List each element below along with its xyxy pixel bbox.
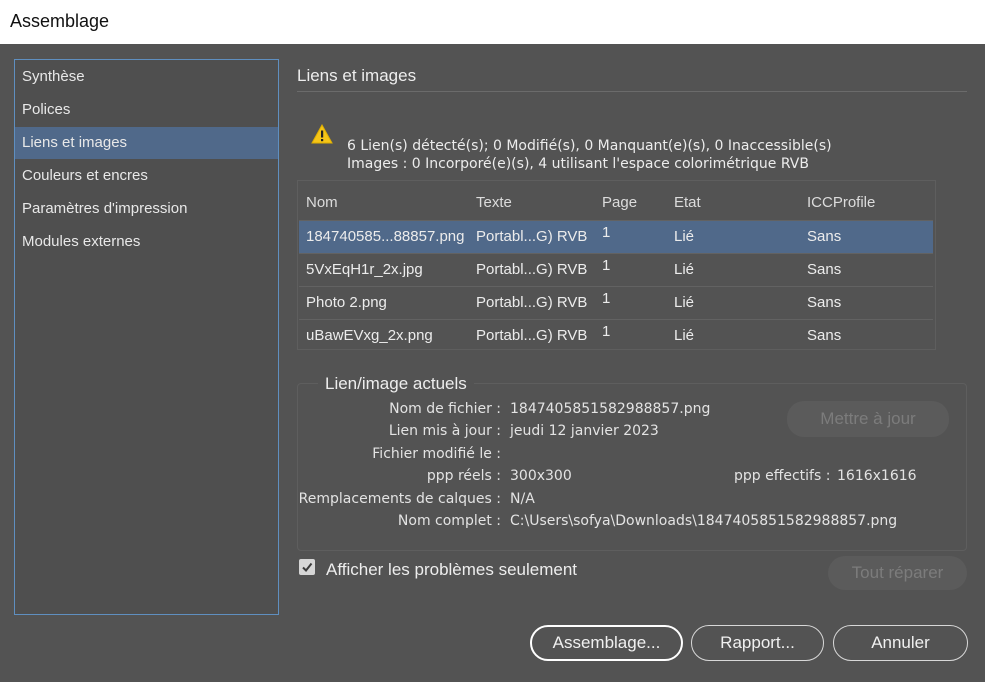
sidebar-nav: Synthèse Polices Liens et images Couleur… bbox=[14, 59, 279, 615]
sidebar-item-couleurs-et-encres[interactable]: Couleurs et encres bbox=[15, 160, 278, 192]
cell-texte: Portabl...G) RVB bbox=[476, 261, 588, 278]
update-button[interactable]: Mettre à jour bbox=[787, 401, 949, 437]
warning-triangle-icon bbox=[311, 124, 333, 144]
cell-nom: 184740585...88857.png bbox=[306, 228, 465, 245]
section-divider bbox=[297, 91, 967, 92]
checkmark-icon bbox=[302, 562, 313, 573]
file-modified-label: Fichier modifié le : bbox=[372, 446, 501, 462]
cell-icc: Sans bbox=[807, 294, 842, 311]
cell-etat: Lié bbox=[674, 327, 695, 344]
sidebar-item-polices[interactable]: Polices bbox=[15, 94, 278, 126]
cell-etat: Lié bbox=[674, 294, 695, 311]
current-link-details: Lien/image actuels Nom de fichier : 1847… bbox=[297, 374, 967, 551]
table-row[interactable]: 184740585...88857.png Portabl...G) RVB 1… bbox=[299, 220, 933, 253]
sidebar-item-synthese[interactable]: Synthèse bbox=[15, 61, 278, 93]
column-header-texte[interactable]: Texte bbox=[476, 194, 512, 211]
layer-overrides-value: N/A bbox=[510, 491, 535, 507]
filename-label: Nom de fichier : bbox=[389, 401, 501, 417]
sidebar-item-liens-et-images[interactable]: Liens et images bbox=[15, 127, 278, 159]
cell-nom: uBawEVxg_2x.png bbox=[306, 327, 433, 344]
layer-overrides-label: Remplacements de calques : bbox=[298, 491, 501, 507]
links-table: Nom Texte Page Etat ICCProfile 184740585… bbox=[297, 180, 936, 350]
repair-all-button[interactable]: Tout réparer bbox=[828, 556, 967, 590]
cell-texte: Portabl...G) RVB bbox=[476, 327, 588, 344]
window-title: Assemblage bbox=[10, 11, 110, 31]
report-button[interactable]: Rapport... bbox=[691, 625, 824, 661]
window-titlebar: Assemblage bbox=[0, 0, 985, 44]
table-row[interactable]: uBawEVxg_2x.png Portabl...G) RVB 1 Lié S… bbox=[299, 319, 933, 352]
filename-value: 1847405851582988857.png bbox=[510, 401, 711, 417]
cell-page: 1 bbox=[602, 323, 611, 340]
package-button[interactable]: Assemblage... bbox=[530, 625, 683, 661]
cell-nom: Photo 2.png bbox=[306, 294, 387, 311]
summary-line-links: 6 Lien(s) détecté(s); 0 Modifié(s), 0 Ma… bbox=[347, 138, 832, 154]
full-name-value: C:\Users\sofya\Downloads\184740585158298… bbox=[510, 513, 898, 529]
cell-icc: Sans bbox=[807, 261, 842, 278]
link-updated-value: jeudi 12 janvier 2023 bbox=[510, 423, 659, 439]
ppi-effective-value: 1616x1616 bbox=[837, 468, 917, 484]
table-row[interactable]: 5VxEqH1r_2x.jpg Portabl...G) RVB 1 Lié S… bbox=[299, 253, 933, 286]
cell-nom: 5VxEqH1r_2x.jpg bbox=[306, 261, 423, 278]
ppi-actual-label: ppp réels : bbox=[426, 468, 501, 484]
show-problems-only-checkbox[interactable] bbox=[299, 559, 315, 575]
cell-icc: Sans bbox=[807, 228, 842, 245]
details-title: Lien/image actuels bbox=[318, 374, 474, 394]
column-header-etat[interactable]: Etat bbox=[674, 194, 701, 211]
link-updated-label: Lien mis à jour : bbox=[388, 423, 501, 439]
column-header-page[interactable]: Page bbox=[602, 194, 637, 211]
ppi-effective-label: ppp effectifs : bbox=[734, 468, 831, 484]
cell-icc: Sans bbox=[807, 327, 842, 344]
ppi-actual-value: 300x300 bbox=[510, 468, 572, 484]
cell-texte: Portabl...G) RVB bbox=[476, 294, 588, 311]
sidebar-item-parametres-impression[interactable]: Paramètres d'impression bbox=[15, 193, 278, 225]
cell-page: 1 bbox=[602, 290, 611, 307]
table-row[interactable]: Photo 2.png Portabl...G) RVB 1 Lié Sans bbox=[299, 286, 933, 319]
links-summary: 6 Lien(s) détecté(s); 0 Modifié(s), 0 Ma… bbox=[347, 137, 832, 173]
full-name-label: Nom complet : bbox=[397, 513, 501, 529]
section-title: Liens et images bbox=[297, 66, 417, 85]
cell-page: 1 bbox=[602, 224, 611, 241]
sidebar-item-modules-externes[interactable]: Modules externes bbox=[15, 226, 278, 258]
cancel-button[interactable]: Annuler bbox=[833, 625, 968, 661]
show-problems-only-label[interactable]: Afficher les problèmes seulement bbox=[326, 560, 577, 580]
summary-line-images: Images : 0 Incorporé(e)(s), 4 utilisant … bbox=[347, 156, 809, 172]
cell-texte: Portabl...G) RVB bbox=[476, 228, 588, 245]
cell-etat: Lié bbox=[674, 261, 695, 278]
cell-page: 1 bbox=[602, 257, 611, 274]
column-header-nom[interactable]: Nom bbox=[306, 194, 338, 211]
column-header-iccprofile[interactable]: ICCProfile bbox=[807, 194, 875, 211]
cell-etat: Lié bbox=[674, 228, 695, 245]
